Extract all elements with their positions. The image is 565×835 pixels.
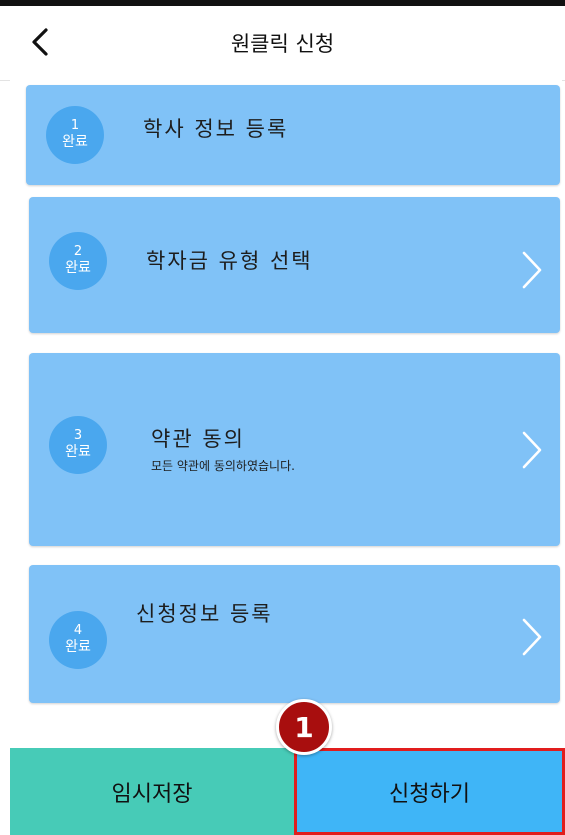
chevron-right-icon[interactable] bbox=[519, 250, 545, 290]
step-number: 3 bbox=[73, 428, 83, 444]
step-status: 완료 bbox=[65, 260, 91, 277]
page-title: 원클릭 신청 bbox=[230, 32, 335, 56]
step-title: 학사 정보 등록 bbox=[143, 117, 289, 141]
step-status: 완료 bbox=[65, 444, 91, 461]
step-number: 2 bbox=[73, 244, 83, 260]
step-title: 약관 동의 bbox=[151, 427, 245, 451]
app-header: 원클릭 신청 bbox=[0, 6, 565, 81]
step-card-4[interactable]: 4 완료 신청정보 등록 bbox=[29, 565, 560, 703]
chevron-right-icon[interactable] bbox=[519, 617, 545, 657]
step-number: 1 bbox=[70, 118, 80, 134]
apply-button[interactable]: 신청하기 bbox=[294, 748, 565, 835]
step-title: 신청정보 등록 bbox=[136, 602, 273, 626]
step-badge: 4 완료 bbox=[49, 611, 107, 669]
step-number: 4 bbox=[73, 623, 83, 639]
step-card-2[interactable]: 2 완료 학자금 유형 선택 bbox=[29, 197, 560, 333]
step-status: 완료 bbox=[62, 134, 88, 151]
step-status: 완료 bbox=[65, 639, 91, 656]
annotation-marker: 1 bbox=[276, 699, 332, 755]
step-list: 1 완료 학사 정보 등록 2 완료 학자금 유형 선택 3 완료 약관 동의 … bbox=[10, 80, 562, 748]
step-card-1[interactable]: 1 완료 학사 정보 등록 bbox=[26, 85, 560, 185]
temporary-save-button[interactable]: 임시저장 bbox=[10, 748, 294, 835]
step-title: 학자금 유형 선택 bbox=[146, 249, 313, 273]
step-badge: 1 완료 bbox=[46, 106, 104, 164]
step-card-3[interactable]: 3 완료 약관 동의 모든 약관에 동의하였습니다. bbox=[29, 353, 560, 546]
chevron-right-icon[interactable] bbox=[519, 430, 545, 470]
step-subtitle: 모든 약관에 동의하였습니다. bbox=[151, 459, 295, 473]
step-badge: 3 완료 bbox=[49, 416, 107, 474]
step-badge: 2 완료 bbox=[49, 232, 107, 290]
